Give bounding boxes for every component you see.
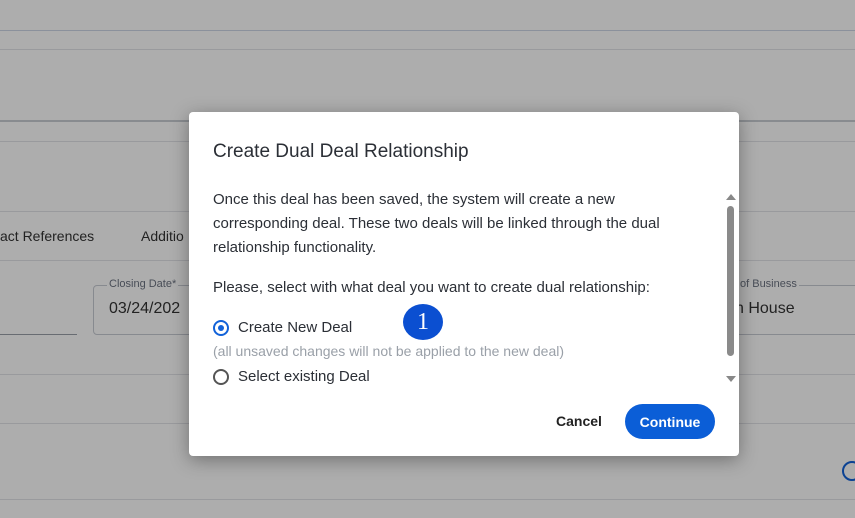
scroll-down-arrow-icon[interactable] <box>726 376 736 382</box>
dialog-body: Once this deal has been saved, the syste… <box>213 188 713 389</box>
dialog-title: Create Dual Deal Relationship <box>213 141 469 162</box>
step-marker-badge: 1 <box>403 304 443 340</box>
option-label: Create New Deal <box>238 319 353 336</box>
option-select-existing-deal[interactable]: Select existing Deal <box>213 365 713 389</box>
option-hint: (all unsaved changes will not be applied… <box>213 343 565 359</box>
scroll-up-arrow-icon[interactable] <box>726 194 736 200</box>
dialog-description: Once this deal has been saved, the syste… <box>213 191 660 256</box>
cancel-button[interactable]: Cancel <box>544 404 614 438</box>
continue-button[interactable]: Continue <box>625 404 715 439</box>
dialog-prompt: Please, select with what deal you want t… <box>213 279 650 296</box>
scroll-thumb[interactable] <box>727 206 734 356</box>
radio-unchecked-icon[interactable] <box>213 369 229 385</box>
dialog-scrollbar[interactable] <box>725 192 737 384</box>
option-label: Select existing Deal <box>238 368 370 385</box>
option-create-new-deal[interactable]: Create New Deal <box>213 316 713 340</box>
radio-checked-icon[interactable] <box>213 320 229 336</box>
